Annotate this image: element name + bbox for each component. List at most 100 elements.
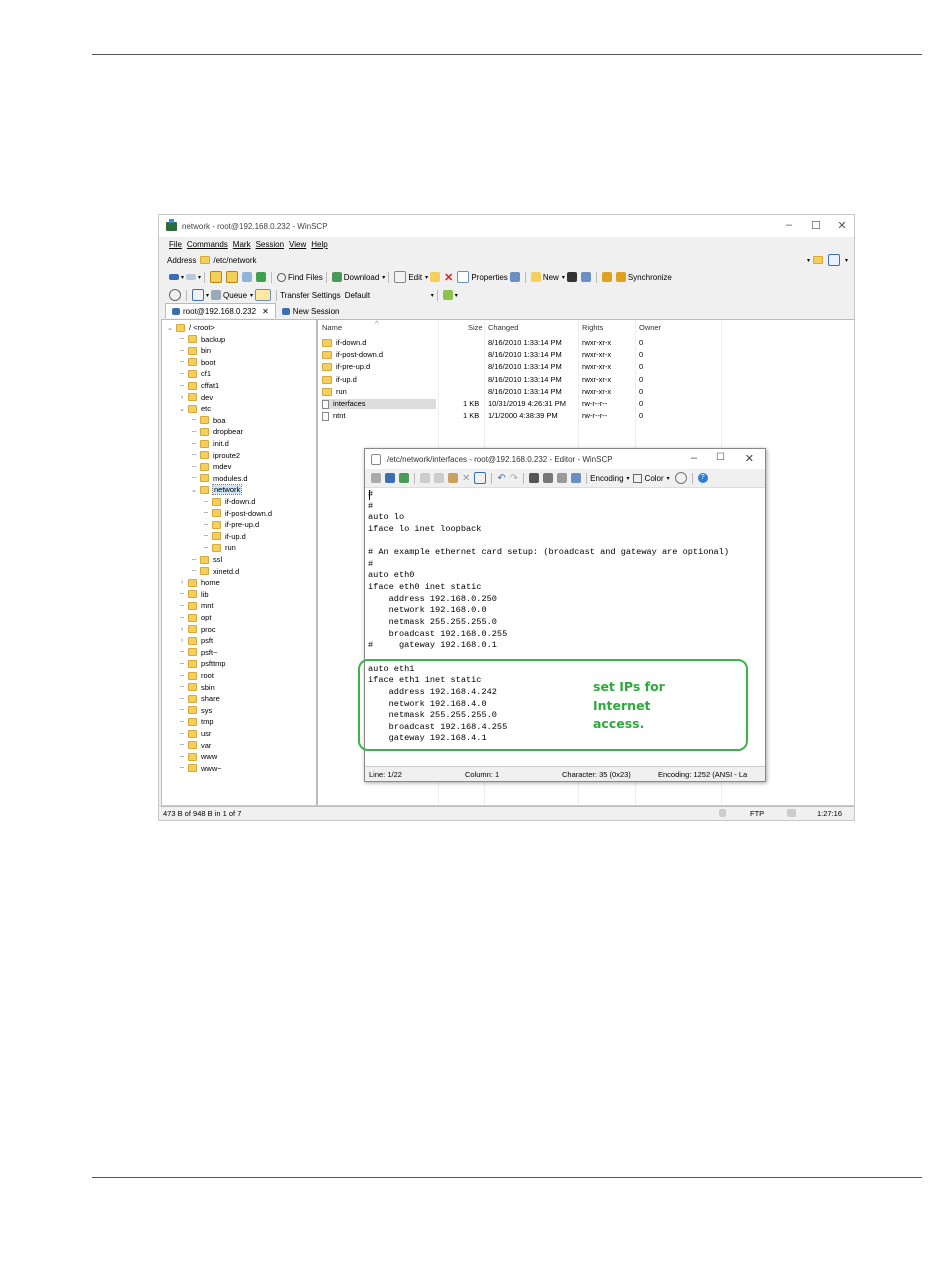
tree-item[interactable]: ┄ backup — [178, 334, 225, 345]
transfer-options-icon[interactable] — [442, 290, 453, 300]
file-row[interactable]: if-pre-up.d 8/16/2010 1:33:14 PM rwxr-xr-x… — [318, 360, 854, 372]
tree-item[interactable]: ┄ if-post-down.d — [202, 508, 272, 519]
edit-button[interactable]: Edit — [408, 273, 422, 282]
encoding-button[interactable]: Encoding — [590, 474, 623, 483]
column-header-owner[interactable]: Owner — [639, 323, 661, 332]
queue-toggle-icon[interactable] — [255, 289, 272, 301]
expanded-chevron-icon[interactable]: ⌄ — [178, 405, 186, 413]
help-icon[interactable]: ? — [697, 473, 708, 483]
file-row[interactable]: if-down.d 8/16/2010 1:33:14 PM rwxr-xr-x 0 — [318, 336, 854, 348]
menu-view[interactable]: View — [289, 240, 306, 249]
file-row[interactable]: if-post-down.d 8/16/2010 1:33:14 PM rwxr-x… — [318, 348, 854, 360]
menu-file[interactable]: File — [169, 240, 182, 249]
synchronize-button[interactable]: Synchronize — [628, 273, 672, 282]
select-all-icon[interactable] — [474, 472, 487, 484]
find-files-icon[interactable] — [277, 272, 287, 282]
preferences-icon[interactable] — [169, 289, 181, 301]
tree-item[interactable]: ┄ mnt — [178, 600, 214, 611]
tree-item[interactable]: › dev — [178, 392, 213, 403]
tree-item[interactable]: ┄ init.d — [190, 438, 229, 449]
color-dropdown-icon[interactable]: ▾ — [667, 475, 670, 482]
maximize-button[interactable]: ☐ — [806, 219, 826, 232]
tree-item[interactable]: ┄ www — [178, 751, 217, 762]
copy-folder-icon[interactable] — [430, 272, 441, 282]
tree-item[interactable]: ⌄ etc — [178, 403, 211, 414]
tree-item[interactable]: ┄ if-pre-up.d — [202, 519, 259, 530]
permissions-icon[interactable] — [509, 272, 520, 282]
tree-item[interactable]: ┄ bin — [178, 345, 211, 356]
expanded-chevron-icon[interactable]: ⌄ — [166, 324, 174, 332]
paste-icon[interactable] — [448, 473, 458, 483]
properties-button[interactable]: Properties — [471, 273, 507, 282]
settings-gear-icon[interactable] — [674, 472, 687, 484]
new-dropdown-icon[interactable]: ▾ — [562, 274, 565, 281]
tree-item[interactable]: ┄ mdev — [190, 461, 231, 472]
dropdown-arrow-icon[interactable]: ▾ — [807, 257, 810, 264]
menu-help[interactable]: Help — [311, 240, 327, 249]
close-button[interactable]: ✕ — [832, 219, 852, 232]
tab-new-session[interactable]: New Session — [276, 304, 346, 318]
tab-session[interactable]: root@192.168.0.232 ✕ — [165, 303, 276, 318]
menu-commands[interactable]: Commands — [187, 240, 228, 249]
queue-button[interactable]: Queue — [223, 291, 247, 300]
tree-item[interactable]: ┄ modules.d — [190, 473, 248, 484]
tree-item[interactable]: ┄ share — [178, 693, 220, 704]
synchronize-icon[interactable] — [615, 272, 626, 282]
collapsed-chevron-icon[interactable]: › — [178, 626, 186, 633]
expanded-chevron-icon[interactable]: ⌄ — [190, 486, 198, 494]
collapsed-chevron-icon[interactable]: › — [178, 394, 186, 401]
tree-item[interactable]: ┄ sbin — [178, 682, 215, 693]
root-directory-icon[interactable] — [226, 271, 239, 283]
tree-item[interactable]: ┄ boot — [178, 357, 216, 368]
tree-item[interactable]: ┄ var — [178, 740, 212, 751]
tree-item[interactable]: ┄ boa — [190, 415, 226, 426]
tree-item[interactable]: ┄ if-down.d — [202, 496, 256, 507]
tree-item[interactable]: ┄ lib — [178, 589, 209, 600]
download-button[interactable]: Download — [344, 273, 380, 282]
layout-dropdown-icon[interactable]: ▾ — [206, 292, 209, 299]
column-header-name[interactable]: Name — [322, 323, 342, 332]
color-button[interactable]: Color — [645, 474, 664, 483]
queue-dropdown-icon[interactable]: ▾ — [250, 292, 253, 299]
tree-item[interactable]: › home — [178, 577, 220, 588]
find-next-icon[interactable] — [557, 473, 568, 483]
save-all-icon[interactable] — [385, 473, 395, 483]
tree-item[interactable]: ┄ run — [202, 542, 236, 553]
new-button[interactable]: New — [543, 273, 559, 282]
back-arrow-icon[interactable] — [169, 274, 179, 280]
copy-icon[interactable] — [420, 473, 430, 483]
address-input[interactable]: /etc/network — [213, 256, 256, 265]
reload-icon[interactable] — [399, 473, 409, 483]
redo-icon[interactable]: ↷ — [510, 473, 518, 484]
delete-icon[interactable]: ✕ — [444, 271, 453, 284]
undo-icon[interactable]: ↶ — [497, 473, 505, 484]
tree-item[interactable]: ┄ usr — [178, 728, 212, 739]
tree-item[interactable]: ⌄ network — [190, 484, 243, 496]
column-header-changed[interactable]: Changed — [488, 323, 518, 332]
tab-close-icon[interactable]: ✕ — [262, 307, 269, 316]
edit-icon[interactable] — [394, 271, 407, 283]
transfer-options-dropdown-icon[interactable]: ▾ — [455, 292, 458, 299]
minimize-button[interactable]: – — [779, 219, 799, 231]
tree-item[interactable]: ┄ iproute2 — [190, 450, 240, 461]
tree-item[interactable]: ┄ cf1 — [178, 368, 211, 379]
file-row[interactable]: interfaces 1 KB 10/31/2019 4:26:31 PM rw-r-… — [318, 397, 854, 409]
home-icon[interactable] — [242, 272, 253, 282]
tree-item[interactable]: ┄ sys — [178, 705, 212, 716]
tree-item[interactable]: ┄ psft~ — [178, 647, 218, 658]
find-files-button[interactable]: Find Files — [288, 273, 323, 282]
delete-icon[interactable]: ✕ — [462, 473, 470, 484]
tree-item[interactable]: ┄ www~ — [178, 763, 222, 774]
cut-icon[interactable] — [434, 473, 444, 483]
transfer-settings-dropdown-icon[interactable]: ▾ — [431, 292, 434, 299]
tree-item[interactable]: › psft — [178, 635, 213, 646]
tree-item[interactable]: ┄ root — [178, 670, 214, 681]
forward-dropdown-icon[interactable]: ▾ — [198, 274, 201, 281]
layout-icon[interactable] — [192, 289, 204, 301]
tree-item[interactable]: › proc — [178, 624, 216, 635]
tree-item[interactable]: ┄ xinetd.d — [190, 566, 239, 577]
editor-title-bar[interactable]: /etc/network/interfaces - root@192.168.0… — [365, 449, 765, 469]
rename-icon[interactable] — [457, 271, 470, 283]
menu-mark[interactable]: Mark — [233, 240, 251, 249]
file-row[interactable]: run 8/16/2010 1:33:14 PM rwxr-xr-x 0 — [318, 385, 854, 397]
